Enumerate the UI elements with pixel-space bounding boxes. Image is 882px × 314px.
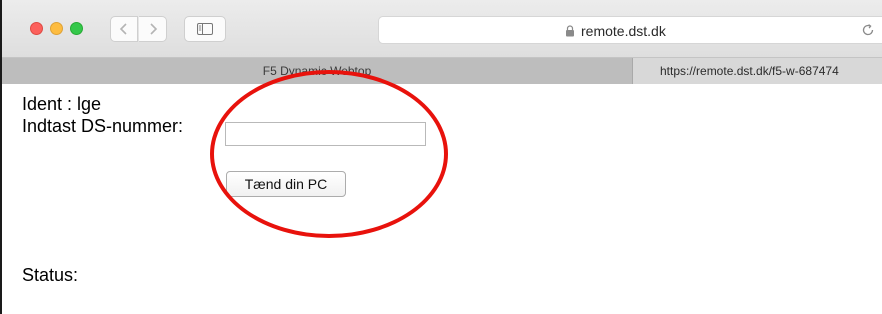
tab-bar: F5 Dynamic Webtop https://remote.dst.dk/… [2,58,882,84]
page-content: Ident : lge Indtast DS-nummer: Tænd din … [2,85,882,314]
zoom-window-button[interactable] [70,22,83,35]
sidebar-icon [197,23,213,35]
browser-window: remote.dst.dk F5 Dynamic Webtop https://… [0,0,882,314]
ident-text: Ident : lge [22,94,102,114]
url-text: remote.dst.dk [581,23,666,39]
close-window-button[interactable] [30,22,43,35]
lock-icon [566,25,574,37]
ds-number-label: Indtast DS-nummer: [22,116,184,136]
address-display: remote.dst.dk [565,17,666,45]
chevron-left-icon [119,23,127,35]
minimize-window-button[interactable] [50,22,63,35]
sidebar-toggle-button[interactable] [184,16,226,42]
reload-icon[interactable] [860,22,876,38]
tab-remote-url[interactable]: https://remote.dst.dk/f5-w-687474 [632,58,882,84]
tab-f5-dynamic-webtop[interactable]: F5 Dynamic Webtop [2,58,632,84]
tab-label: https://remote.dst.dk/f5-w-687474 [660,64,839,78]
status-label: Status: [22,265,79,285]
turn-on-pc-button[interactable]: Tænd din PC [226,171,346,197]
ds-number-input[interactable] [225,122,426,146]
tab-label: F5 Dynamic Webtop [262,64,372,78]
back-button[interactable] [110,16,138,42]
address-bar[interactable]: remote.dst.dk [378,16,882,44]
browser-toolbar: remote.dst.dk [2,0,882,58]
chevron-right-icon [149,23,157,35]
forward-button[interactable] [139,16,167,42]
